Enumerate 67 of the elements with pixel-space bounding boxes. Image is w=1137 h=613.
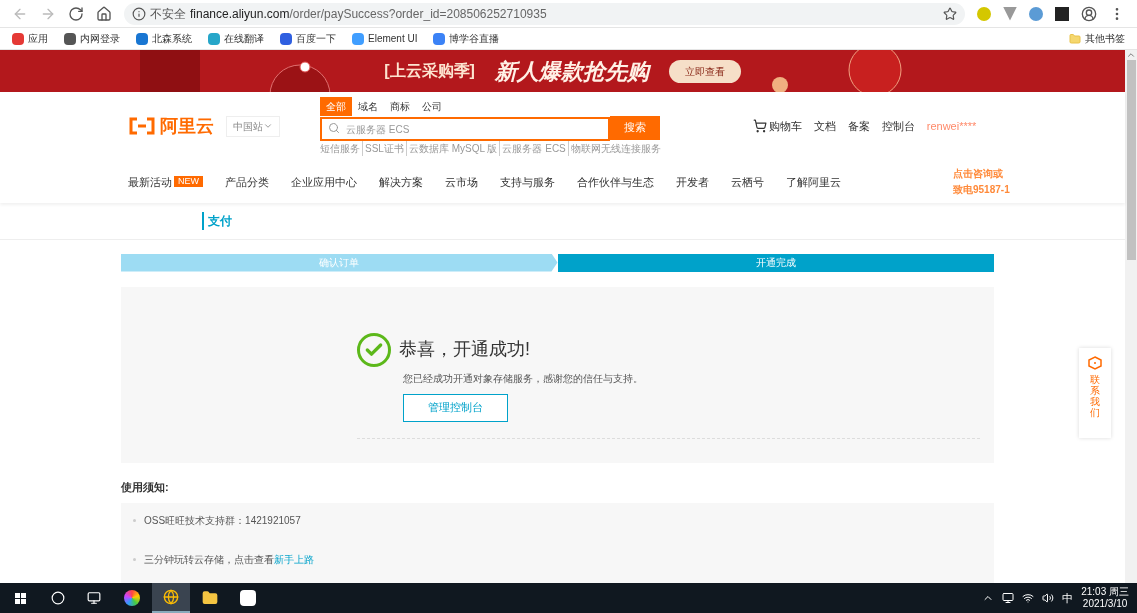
bookmark[interactable]: 博学谷直播 xyxy=(433,31,500,46)
bookmark[interactable]: 北森系统 xyxy=(136,31,192,46)
nav-item[interactable]: 了解阿里云 xyxy=(786,173,841,191)
banner-tag: [上云采购季] xyxy=(384,59,475,84)
notice-text: OSS旺旺技术支持群：1421921057 xyxy=(144,514,301,528)
site-select[interactable]: 中国站 xyxy=(226,115,280,137)
url-text: finance.aliyun.com/order/paySuccess?order_id=208506252710935 xyxy=(190,5,547,23)
info-icon xyxy=(132,6,146,21)
nav-item[interactable]: 开发者 xyxy=(676,173,709,191)
search-tab[interactable]: 商标 xyxy=(384,96,416,116)
address-bar[interactable]: 不安全 finance.aliyun.com/order/paySuccess?order_id=208506252710935 xyxy=(124,2,965,25)
bookmark[interactable]: 百度一下 xyxy=(280,31,336,46)
star-icon[interactable] xyxy=(943,6,957,21)
step: 确认订单 xyxy=(121,253,558,272)
step: 开通完成 xyxy=(557,253,994,272)
clock-date[interactable]: 2021/3/10 xyxy=(1082,598,1128,610)
new-badge: NEW xyxy=(174,176,203,188)
nav-item[interactable]: 合作伙伴与生态 xyxy=(577,173,654,191)
nav-item[interactable]: 支持与服务 xyxy=(500,173,555,191)
section-title: 支付 xyxy=(202,211,232,230)
clock-time[interactable]: 21:03 周三 xyxy=(1081,586,1129,598)
promo-banner[interactable]: [上云采购季] 新人爆款抢先购 立即查看 xyxy=(0,50,1125,93)
cart-icon xyxy=(752,119,767,134)
hexagon-icon xyxy=(1088,356,1102,370)
nav-item[interactable]: 产品分类 xyxy=(225,173,269,191)
browser-icon[interactable] xyxy=(163,589,179,605)
bookmark[interactable]: 在线翻译 xyxy=(208,31,264,46)
header-link[interactable]: 备案 xyxy=(847,118,870,135)
view-now-button[interactable]: 立即查看 xyxy=(668,59,741,83)
bullet-icon xyxy=(133,519,136,522)
ime-indicator[interactable]: 中 xyxy=(1062,589,1074,607)
notice-text: 三分钟玩转云存储，点击查看新手上路 xyxy=(144,553,314,567)
folder-icon xyxy=(1069,32,1081,45)
header-link[interactable]: 文档 xyxy=(813,118,836,135)
header-link[interactable]: 控制台 xyxy=(881,118,915,135)
pinwheel-app-icon[interactable] xyxy=(124,590,140,606)
search-tab[interactable]: 公司 xyxy=(416,96,448,116)
security-label: 不安全 xyxy=(150,5,186,23)
search-tab[interactable]: 域名 xyxy=(352,96,384,116)
banner-headline: 新人爆款抢先购 xyxy=(494,57,649,86)
nav-item[interactable]: 最新活动 NEW xyxy=(128,173,203,191)
reload-icon[interactable] xyxy=(68,5,84,22)
bookmark[interactable]: 内网登录 xyxy=(64,31,120,46)
search-field[interactable]: 云服务器 ECS xyxy=(320,117,610,142)
nav-item[interactable]: 解决方案 xyxy=(379,173,423,191)
wifi-icon[interactable] xyxy=(1022,592,1035,604)
nav-item[interactable]: 云市场 xyxy=(445,173,478,191)
nav-item[interactable]: 云栖号 xyxy=(731,173,764,191)
profile-icon[interactable] xyxy=(1081,5,1097,22)
bullet-icon xyxy=(133,558,136,561)
scrollbar[interactable] xyxy=(1125,50,1137,583)
nav-item[interactable]: 企业应用中心 xyxy=(291,173,357,191)
home-icon[interactable] xyxy=(96,5,112,22)
contact-text: 联系我们 xyxy=(1090,374,1100,418)
notice-title: 使用须知: xyxy=(121,479,170,495)
header-link[interactable]: 购物车 xyxy=(752,118,802,135)
bookmark[interactable]: 其他书签 xyxy=(1069,31,1125,46)
folder-icon[interactable] xyxy=(202,590,218,606)
success-message: 您已经成功开通对象存储服务，感谢您的信任与支持。 xyxy=(403,371,644,386)
logo-text: 阿里云 xyxy=(160,114,214,138)
logo-icon xyxy=(128,117,156,136)
volume-icon[interactable] xyxy=(1042,592,1055,604)
bookmark[interactable]: 应用 xyxy=(12,31,48,46)
success-title: 恭喜，开通成功! xyxy=(399,338,530,361)
bookmark[interactable]: Element UI xyxy=(352,31,418,46)
success-check-icon xyxy=(357,332,391,367)
extension-icon[interactable] xyxy=(1055,6,1069,21)
